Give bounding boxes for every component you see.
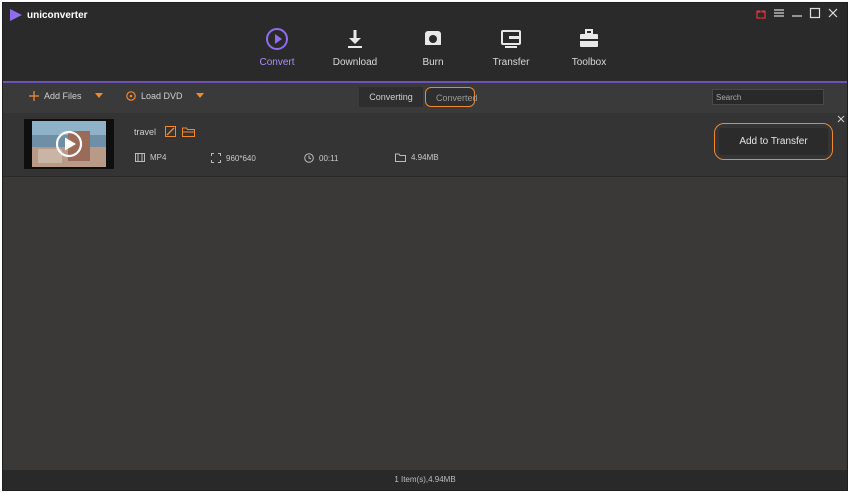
tab-converted[interactable]: Converted [425, 87, 478, 107]
nav-label: Convert [259, 57, 295, 68]
status-summary: 1 Item(s),4.94MB [394, 475, 456, 484]
plus-icon [29, 91, 39, 101]
resize-icon [211, 153, 221, 163]
search-input[interactable]: Search [712, 89, 824, 105]
nav-burn[interactable]: Burn [394, 25, 472, 83]
resolution-value: 960*640 [226, 153, 256, 163]
add-to-transfer-label: Add to Transfer [719, 128, 828, 155]
maximize-icon[interactable] [809, 6, 821, 19]
nav-label: Toolbox [571, 57, 607, 68]
menu-icon[interactable] [773, 6, 785, 18]
dvd-icon [126, 91, 136, 101]
add-files-label: Add Files [44, 91, 82, 101]
burn-icon [425, 31, 441, 47]
status-tabs: Converting Converted [359, 87, 478, 107]
toolbox-icon [580, 29, 598, 47]
film-icon [135, 153, 145, 162]
remove-item-icon[interactable] [837, 115, 845, 123]
size-info: 4.94MB [395, 153, 439, 162]
app-window: uniconverter Convert Download Burn Trans… [2, 2, 848, 491]
edit-icon[interactable] [165, 126, 176, 137]
nav-label: Burn [422, 57, 444, 68]
status-bar: 1 Item(s),4.94MB [3, 470, 847, 490]
chevron-down-icon[interactable] [94, 93, 103, 99]
download-icon [348, 30, 362, 48]
size-value: 4.94MB [411, 153, 439, 162]
duration-info: 00:11 [304, 153, 338, 163]
gift-icon[interactable] [755, 6, 767, 19]
convert-icon [266, 28, 288, 50]
format-info: MP4 [135, 153, 166, 162]
folder-icon [395, 153, 406, 162]
transfer-icon [501, 30, 521, 48]
chevron-down-icon[interactable] [195, 93, 204, 99]
format-value: MP4 [150, 153, 167, 162]
video-thumbnail[interactable] [24, 119, 114, 169]
close-icon[interactable] [827, 6, 839, 18]
add-to-transfer-button[interactable]: Add to Transfer [714, 123, 833, 160]
duration-value: 00:11 [319, 153, 339, 163]
tab-converting[interactable]: Converting [359, 87, 423, 107]
window-controls [755, 6, 839, 19]
file-row[interactable]: travel MP4 960*640 00:11 4.94MB Add to T… [3, 113, 847, 177]
app-title: uniconverter [27, 10, 88, 21]
load-dvd-button[interactable]: Load DVD [126, 91, 204, 101]
folder-icon[interactable] [182, 126, 195, 137]
app-logo-icon [10, 9, 22, 21]
minimize-icon[interactable] [791, 6, 803, 18]
toolbar: Add Files Load DVD Converting Converted … [3, 83, 847, 114]
nav-convert[interactable]: Convert [238, 25, 316, 84]
nav-label: Download [332, 57, 378, 68]
nav-label: Transfer [492, 57, 530, 68]
load-dvd-label: Load DVD [141, 91, 183, 101]
nav-toolbox[interactable]: Toolbox [550, 25, 628, 83]
add-files-button[interactable]: Add Files [29, 91, 103, 101]
file-name: travel [134, 127, 157, 137]
main-nav: Convert Download Burn Transfer Toolbox [238, 25, 628, 84]
resolution-info: 960*640 [211, 153, 256, 163]
title-bar: uniconverter Convert Download Burn Trans… [3, 3, 847, 84]
nav-download[interactable]: Download [316, 25, 394, 83]
clock-icon [304, 153, 314, 163]
nav-transfer[interactable]: Transfer [472, 25, 550, 83]
